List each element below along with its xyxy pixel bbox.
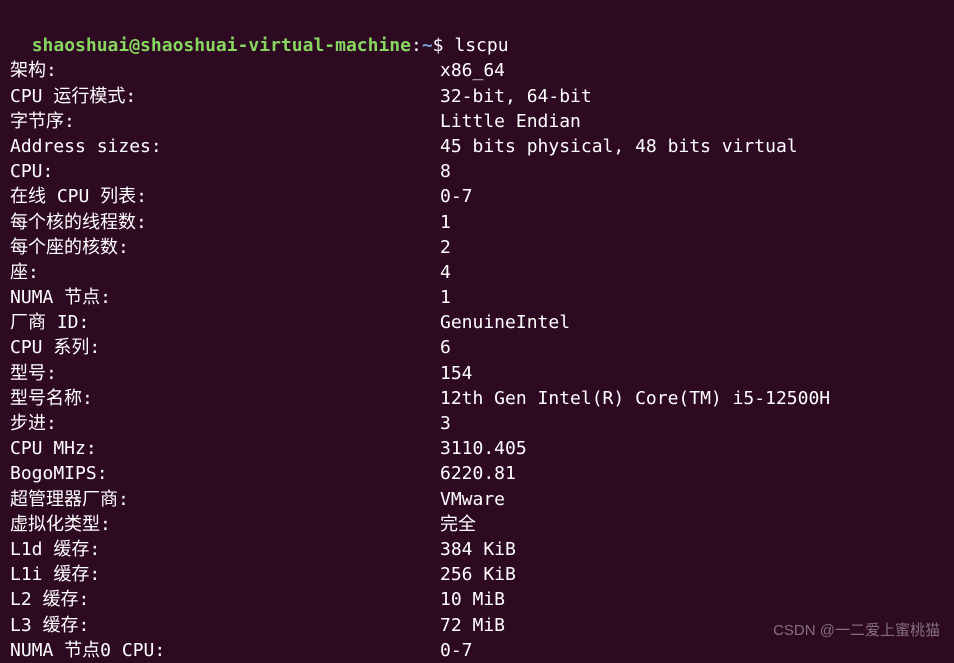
output-row: CPU:8 (10, 159, 944, 184)
output-value: 0-7 (440, 638, 944, 663)
prompt-dollar: $ (433, 35, 455, 56)
output-row: CPU MHz:3110.405 (10, 436, 944, 461)
output-label: L2 缓存: (10, 587, 440, 612)
output-label: 型号名称: (10, 386, 440, 411)
output-row: 每个座的核数:2 (10, 235, 944, 260)
output-label: 每个座的核数: (10, 235, 440, 260)
output-label: CPU 运行模式: (10, 84, 440, 109)
prompt-path: ~ (422, 35, 433, 56)
output-label: NUMA 节点0 CPU: (10, 638, 440, 663)
output-value: 0-7 (440, 184, 944, 209)
output-value: 3 (440, 411, 944, 436)
output-row: 型号:154 (10, 361, 944, 386)
output-label: 虚拟化类型: (10, 512, 440, 537)
output-label: CPU MHz: (10, 436, 440, 461)
output-label: 架构: (10, 58, 440, 83)
output-row: L1d 缓存:384 KiB (10, 537, 944, 562)
output-row: CPU 运行模式:32-bit, 64-bit (10, 84, 944, 109)
output-row: 超管理器厂商:VMware (10, 487, 944, 512)
output-label: 型号: (10, 361, 440, 386)
output-label: Address sizes: (10, 134, 440, 159)
output-label: 厂商 ID: (10, 310, 440, 335)
output-value: 12th Gen Intel(R) Core(TM) i5-12500H (440, 386, 944, 411)
output-row: 字节序:Little Endian (10, 109, 944, 134)
output-row: NUMA 节点:1 (10, 285, 944, 310)
output-row: 步进:3 (10, 411, 944, 436)
output-row: 厂商 ID:GenuineIntel (10, 310, 944, 335)
output-row: L2 缓存:10 MiB (10, 587, 944, 612)
prompt-colon: : (411, 35, 422, 56)
output-value: x86_64 (440, 58, 944, 83)
output-value: 4 (440, 260, 944, 285)
output-label: CPU: (10, 159, 440, 184)
output-row: 虚拟化类型:完全 (10, 512, 944, 537)
output-row: NUMA 节点0 CPU:0-7 (10, 638, 944, 663)
output-label: 字节序: (10, 109, 440, 134)
output-value: 6 (440, 335, 944, 360)
output-value: 384 KiB (440, 537, 944, 562)
output-value: Little Endian (440, 109, 944, 134)
output-label: 每个核的线程数: (10, 210, 440, 235)
output-row: CPU 系列:6 (10, 335, 944, 360)
output-value: 154 (440, 361, 944, 386)
output-value: 10 MiB (440, 587, 944, 612)
output-label: BogoMIPS: (10, 461, 440, 486)
prompt-user-host: shaoshuai@shaoshuai-virtual-machine (32, 35, 411, 56)
terminal-output: 架构:x86_64CPU 运行模式:32-bit, 64-bit字节序:Litt… (10, 58, 944, 663)
output-label: NUMA 节点: (10, 285, 440, 310)
output-row: BogoMIPS:6220.81 (10, 461, 944, 486)
output-label: L1d 缓存: (10, 537, 440, 562)
output-value: 6220.81 (440, 461, 944, 486)
output-label: L1i 缓存: (10, 562, 440, 587)
output-value: 3110.405 (440, 436, 944, 461)
output-value: 2 (440, 235, 944, 260)
output-row: 型号名称:12th Gen Intel(R) Core(TM) i5-12500… (10, 386, 944, 411)
output-value: 1 (440, 285, 944, 310)
output-value: 256 KiB (440, 562, 944, 587)
output-label: L3 缓存: (10, 613, 440, 638)
output-label: 在线 CPU 列表: (10, 184, 440, 209)
output-label: 座: (10, 260, 440, 285)
terminal-prompt-line[interactable]: shaoshuai@shaoshuai-virtual-machine:~$ l… (10, 8, 944, 58)
output-row: L1i 缓存:256 KiB (10, 562, 944, 587)
output-label: 步进: (10, 411, 440, 436)
command-input: lscpu (454, 35, 508, 56)
output-label: CPU 系列: (10, 335, 440, 360)
output-label: 超管理器厂商: (10, 487, 440, 512)
output-value: GenuineIntel (440, 310, 944, 335)
output-value: 完全 (440, 512, 944, 537)
output-value: 1 (440, 210, 944, 235)
output-row: 每个核的线程数:1 (10, 210, 944, 235)
output-row: Address sizes:45 bits physical, 48 bits … (10, 134, 944, 159)
output-value: 45 bits physical, 48 bits virtual (440, 134, 944, 159)
watermark-text: CSDN @一二爱上蜜桃猫 (773, 620, 940, 641)
output-value: VMware (440, 487, 944, 512)
output-value: 32-bit, 64-bit (440, 84, 944, 109)
output-row: 座:4 (10, 260, 944, 285)
output-row: 在线 CPU 列表:0-7 (10, 184, 944, 209)
output-row: 架构:x86_64 (10, 58, 944, 83)
output-value: 8 (440, 159, 944, 184)
